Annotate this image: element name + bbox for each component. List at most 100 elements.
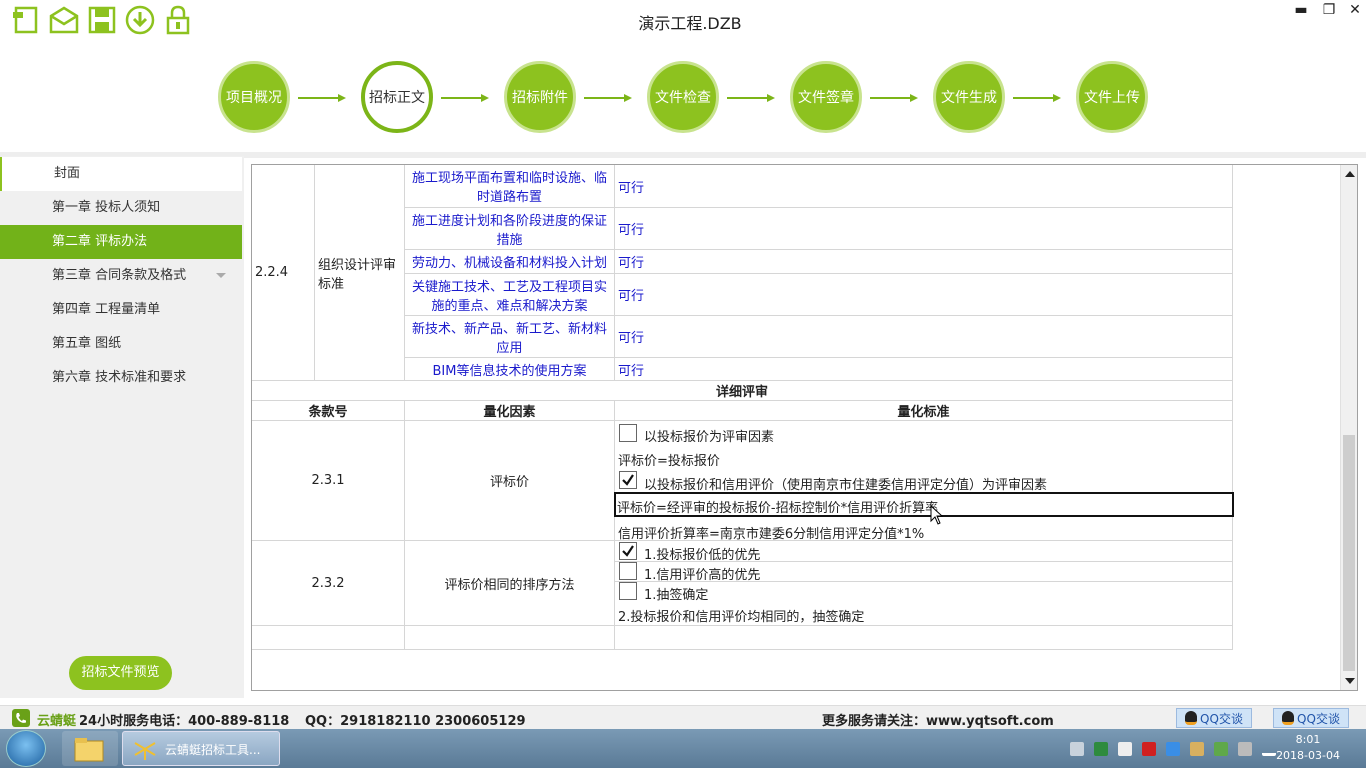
new-file-icon[interactable] — [10, 4, 42, 36]
arrow-icon — [584, 94, 632, 102]
standard-cell[interactable]: 可行 — [615, 250, 1233, 274]
close-button[interactable]: ✕ — [1344, 2, 1366, 20]
factor-cell: 评标价相同的排序方法 — [405, 541, 615, 626]
step-file-check[interactable]: 文件检查 — [647, 61, 719, 133]
folder-icon — [74, 738, 104, 762]
formula3-text: 信用评价折算率=南京市建委6分制信用评定分值*1% — [618, 527, 925, 542]
hotline-text: 24小时服务电话：400-889-8118 — [79, 714, 290, 729]
lock-icon[interactable] — [162, 4, 194, 36]
security-check-icon[interactable] — [1214, 742, 1228, 756]
step-tender-body[interactable]: 招标正文 — [361, 61, 433, 133]
signal-icon[interactable] — [1262, 742, 1276, 756]
standard-cell[interactable]: 可行 — [615, 274, 1233, 316]
sidebar-item-chapter2[interactable]: 第二章 评标办法 — [0, 225, 242, 259]
restore-button[interactable]: ❐ — [1318, 2, 1340, 20]
qq-penguin-icon — [1282, 711, 1295, 725]
standard-cell[interactable]: 可行 — [615, 316, 1233, 358]
step-file-upload[interactable]: 文件上传 — [1076, 61, 1148, 133]
arrow-icon — [1013, 94, 1061, 102]
taskbar: 云蜻蜓招标工具... 8:01 2018-03-04 — [0, 729, 1366, 768]
formula2-text: 评标价=经评审的投标报价-招标控制价*信用评价折算率 — [617, 501, 939, 516]
qq-chat-button[interactable]: QQ交谈 — [1273, 708, 1349, 728]
item-cell: 新技术、新产品、新工艺、新材料应用 — [405, 316, 615, 358]
rule3-checkbox[interactable] — [619, 582, 637, 600]
item-cell: 劳动力、机械设备和材料投入计划 — [405, 250, 615, 274]
option1-label: 以投标报价为评审因素 — [644, 430, 775, 445]
user-icon[interactable] — [1190, 742, 1204, 756]
open-folder-icon[interactable] — [48, 4, 80, 36]
option1-checkbox[interactable] — [619, 424, 637, 442]
qq-numbers: QQ：2918182110 2300605129 — [305, 714, 526, 729]
section-title: 详细评审 — [252, 381, 1233, 401]
window-title: 演示工程.DZB — [638, 14, 742, 33]
phone-icon — [12, 709, 30, 727]
arrow-icon — [441, 94, 489, 102]
qq-penguin-icon — [1185, 711, 1198, 725]
sidebar-item-chapter6[interactable]: 第六章 技术标准和要求 — [0, 361, 242, 395]
clause-cell: 2.3.2 — [252, 541, 405, 626]
scroll-up-icon[interactable] — [1345, 171, 1355, 177]
shield-icon[interactable] — [1166, 742, 1180, 756]
arrow-icon — [298, 94, 346, 102]
vertical-scrollbar[interactable] — [1340, 165, 1357, 690]
volume-muted-icon[interactable] — [1238, 742, 1252, 756]
sidebar-item-cover[interactable]: 封面 — [0, 157, 242, 191]
formula2-input[interactable]: 评标价=经评审的投标报价-招标控制价*信用评价折算率 — [614, 492, 1234, 517]
qq-chat-label: QQ交谈 — [1200, 711, 1243, 726]
qq-chat-label: QQ交谈 — [1297, 711, 1340, 726]
explorer-taskbar-button[interactable] — [62, 731, 118, 766]
standard-cell[interactable]: 可行 — [615, 165, 1233, 208]
sidebar-item-label: 第三章 合同条款及格式 — [52, 268, 187, 283]
scroll-thumb[interactable] — [1343, 435, 1355, 671]
rule1-checkbox[interactable] — [619, 542, 637, 560]
status-bar: 云蜻蜓 24小时服务电话：400-889-8118 QQ：2918182110 … — [0, 705, 1366, 729]
start-button[interactable] — [6, 730, 46, 767]
keyboard-icon[interactable] — [1070, 742, 1084, 756]
chevron-down-icon — [216, 273, 226, 278]
download-icon[interactable] — [124, 4, 156, 36]
app-taskbar-button[interactable]: 云蜻蜓招标工具... — [122, 731, 280, 766]
minimize-button[interactable]: ▬ — [1290, 2, 1312, 20]
option2-label: 以投标报价和信用评价（使用南京市住建委信用评定分值）为评审因素 — [644, 478, 1048, 493]
sidebar-item-chapter1[interactable]: 第一章 投标人须知 — [0, 191, 242, 225]
item-cell: 关键施工技术、工艺及工程项目实施的重点、难点和解决方案 — [405, 274, 615, 316]
network-app-icon[interactable] — [1094, 742, 1108, 756]
clock-date: 2018-03-04 — [1276, 749, 1340, 762]
clause-cell: 2.3.1 — [252, 421, 405, 541]
app-taskbar-label: 云蜻蜓招标工具... — [165, 743, 261, 757]
preview-button[interactable]: 招标文件预览 — [69, 656, 172, 690]
mouse-cursor-icon — [930, 505, 944, 525]
header-clause: 条款号 — [252, 401, 405, 421]
step-file-generate[interactable]: 文件生成 — [933, 61, 1005, 133]
clock[interactable]: 8:01 2018-03-04 — [1276, 732, 1340, 764]
option2-checkbox[interactable] — [619, 471, 637, 489]
scroll-down-icon[interactable] — [1345, 678, 1355, 684]
header-standard: 量化标准 — [615, 401, 1233, 421]
clipboard-icon[interactable] — [1118, 742, 1132, 756]
save-icon[interactable] — [86, 4, 118, 36]
rule2-checkbox[interactable] — [619, 562, 637, 580]
clock-time: 8:01 — [1295, 733, 1321, 746]
sidebar-item-chapter3[interactable]: 第三章 合同条款及格式 — [0, 259, 242, 293]
item-cell: 施工现场平面布置和临时设施、临时道路布置 — [405, 165, 615, 208]
qq-chat-button[interactable]: QQ交谈 — [1176, 708, 1252, 728]
sidebar-item-chapter4[interactable]: 第四章 工程量清单 — [0, 293, 242, 327]
divider — [615, 561, 1233, 562]
sidebar-item-chapter5[interactable]: 第五章 图纸 — [0, 327, 242, 361]
brand-name: 云蜻蜓 — [37, 714, 77, 729]
title-bar: 演示工程.DZB ▬ ❐ ✕ — [0, 0, 1366, 42]
item-cell: 施工进度计划和各阶段进度的保证措施 — [405, 208, 615, 250]
standard-cell[interactable]: 可行 — [615, 358, 1233, 381]
standard-cell[interactable]: 可行 — [615, 208, 1233, 250]
formula1-text: 评标价=投标报价 — [618, 454, 720, 469]
step-project-overview[interactable]: 项目概况 — [218, 61, 290, 133]
step-tender-attachment[interactable]: 招标附件 — [504, 61, 576, 133]
empty-cell — [405, 626, 615, 650]
factor-cell: 评标价 — [405, 421, 615, 541]
ca-icon[interactable] — [1142, 742, 1156, 756]
workflow-steps: 项目概况 招标正文 招标附件 文件检查 文件签章 文件生成 文件上传 — [0, 42, 1366, 152]
document-table: 2.2.4 组织设计评审标准 施工现场平面布置和临时设施、临时道路布置 可行 施… — [251, 164, 1358, 691]
step-file-sign[interactable]: 文件签章 — [790, 61, 862, 133]
empty-cell — [615, 626, 1233, 650]
factor-cell: 组织设计评审标准 — [315, 165, 405, 381]
